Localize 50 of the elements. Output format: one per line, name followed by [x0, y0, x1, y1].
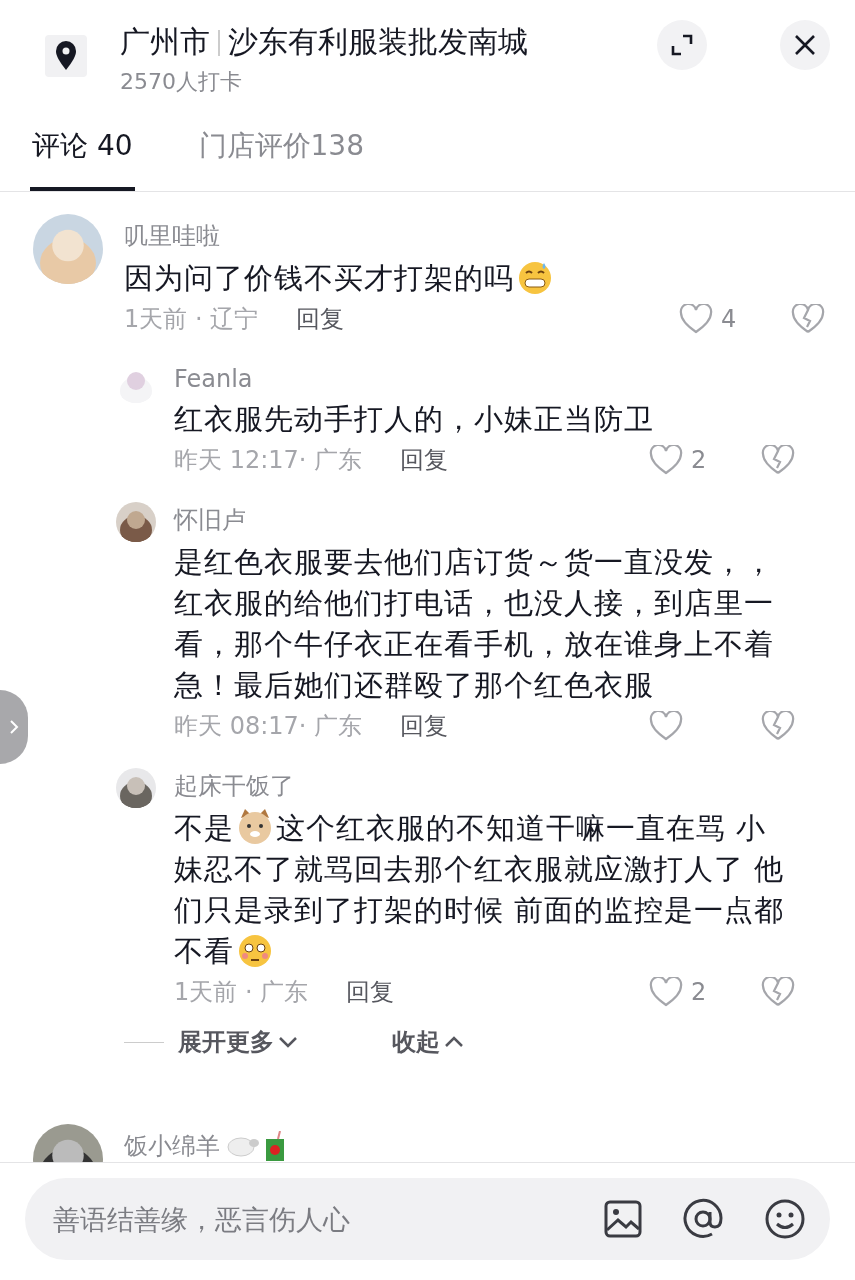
comment-time: 1天前 · 广东 [174, 977, 309, 1008]
comment-text: 不是 这个红衣服的不知道干嘛一直在骂 小妹忍不了就骂回去那个红衣服就应激打人了 他们只是录到了打架的时候 前面的监控是一点都不看 [174, 808, 795, 972]
dislike-button[interactable] [761, 711, 795, 741]
user-name: Feanla [174, 365, 253, 393]
place-name: 沙东有利服装批发南城 [228, 23, 528, 61]
image-icon[interactable] [604, 1200, 642, 1238]
reply-button[interactable]: 回复 [346, 976, 395, 1008]
broken-heart-icon [761, 711, 795, 741]
comment-text: 红衣服先动手打人的，小妹正当防卫 [174, 401, 655, 438]
broken-heart-icon [761, 445, 795, 475]
broken-heart-icon [761, 977, 795, 1007]
close-icon [793, 33, 817, 57]
reply-button[interactable]: 回复 [400, 710, 449, 742]
tab[interactable]: 评论 40 [30, 117, 135, 191]
comment-input[interactable]: 善语结善缘，恶言伤人心 [51, 1202, 564, 1236]
comment-time: 1天前 · 辽宁 [124, 304, 259, 335]
dislike-button[interactable] [791, 304, 825, 334]
city-name: 广州市 [120, 23, 210, 61]
dislike-button[interactable] [761, 445, 795, 475]
user-name: 起床干饭了 [174, 771, 294, 802]
comment-text: 是红色衣服要去他们店订货～货一直没发，，红衣服的给他们打电话，也没人接，到店里一看，那个牛仔衣正在看手机，放在谁身上不着急！最后她们还群殴了那个红色衣服 [174, 544, 775, 704]
reply-button[interactable]: 回复 [400, 444, 449, 476]
cat-face-icon [236, 808, 274, 846]
juice-box-icon [264, 1131, 286, 1161]
heart-icon [649, 977, 683, 1007]
comment-time: 昨天 12:17· 广东 [174, 445, 363, 476]
collapse-button[interactable]: 收起 [392, 1026, 464, 1058]
user-name: 饭小绵羊 [124, 1131, 220, 1162]
checkin-count: 2570人打卡 [120, 68, 243, 96]
comment-time: 昨天 08:17· 广东 [174, 711, 363, 742]
comment-text: 因为问了价钱不买才打架的吗 [124, 258, 825, 299]
expand-button[interactable]: 展开更多 [178, 1026, 298, 1058]
expand-icon [670, 33, 694, 57]
chevron-down-icon [278, 1035, 298, 1049]
reply-button[interactable]: 回复 [296, 303, 345, 335]
comment-field[interactable]: 善语结善缘，恶言伤人心 [25, 1178, 830, 1260]
smiley-icon[interactable] [764, 1198, 806, 1240]
close-button[interactable] [780, 20, 830, 70]
heart-icon [679, 304, 713, 334]
map-pin-icon [55, 41, 77, 71]
at-sign-icon[interactable] [682, 1198, 724, 1240]
heart-icon [649, 711, 683, 741]
heart-icon [649, 445, 683, 475]
chevron-up-icon [444, 1035, 464, 1049]
user-name: 怀旧卢 [174, 505, 246, 536]
chevron-right-icon [8, 718, 20, 736]
broken-heart-icon [791, 304, 825, 334]
fullscreen-button[interactable] [657, 20, 707, 70]
dislike-button[interactable] [761, 977, 795, 1007]
user-name: 叽里哇啦 [124, 221, 220, 252]
